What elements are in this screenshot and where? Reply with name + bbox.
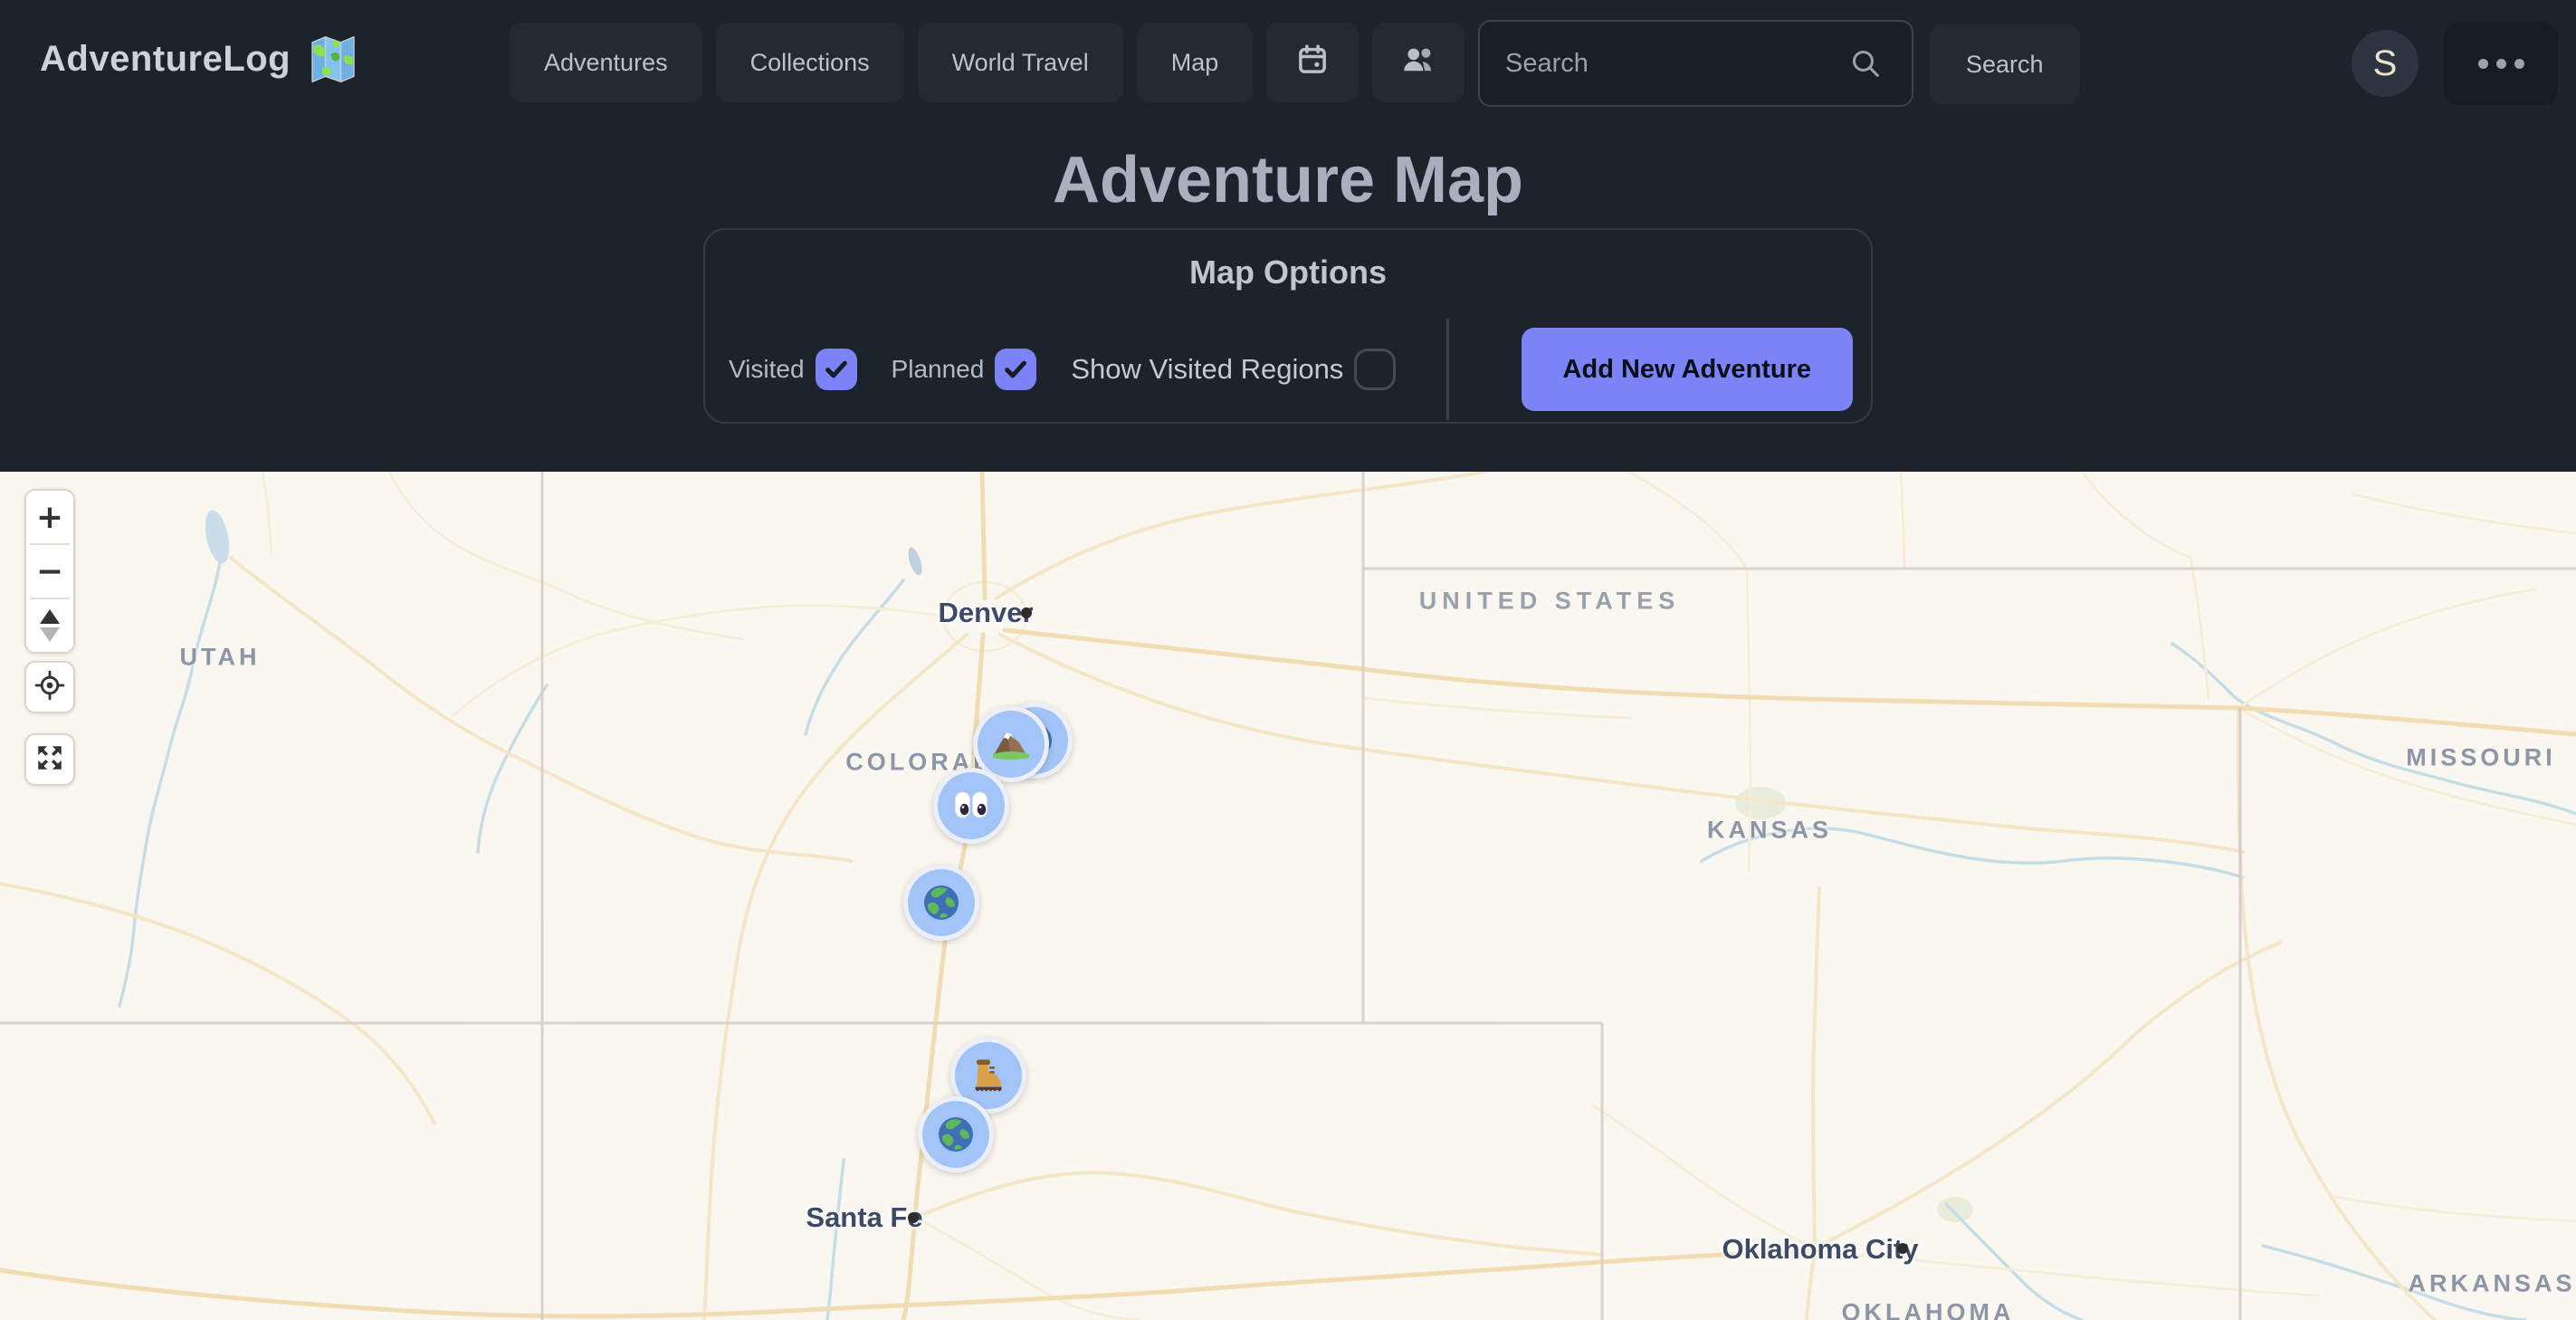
- divider: [1446, 319, 1449, 420]
- globe-marker[interactable]: [903, 865, 979, 941]
- zoom-in-button[interactable]: +: [26, 491, 73, 543]
- map-options-title: Map Options: [705, 253, 1871, 292]
- nav-world-travel[interactable]: World Travel: [918, 23, 1123, 102]
- search-input[interactable]: [1478, 20, 1913, 107]
- toggle-visited[interactable]: Visited: [729, 349, 857, 390]
- toggle-planned[interactable]: Planned: [892, 349, 1037, 390]
- city-dot: [1897, 1243, 1908, 1254]
- adventurelog-app: AdventureLog: [0, 0, 2576, 1320]
- map-emoji-icon: [307, 33, 359, 85]
- map-canvas[interactable]: + −: [0, 472, 2576, 1320]
- state-label: OKLAHOMA: [1842, 1299, 2015, 1320]
- toggle-show-visited-regions[interactable]: Show Visited Regions: [1071, 349, 1396, 390]
- map-tiles: [0, 472, 2576, 1320]
- geolocate-icon: [34, 670, 65, 705]
- toggle-checkbox[interactable]: [816, 349, 857, 390]
- compass-button[interactable]: [26, 599, 73, 652]
- globe-marker[interactable]: [918, 1096, 994, 1172]
- calendar-button[interactable]: [1266, 23, 1359, 102]
- toggle-label: Visited: [729, 355, 805, 384]
- city-label: Santa Fe: [806, 1201, 922, 1234]
- zoom-out-icon: −: [36, 553, 63, 590]
- users-button[interactable]: [1372, 23, 1465, 102]
- map-options-card: Map Options Visited Planned Show Visited…: [703, 228, 1873, 424]
- state-label: ARKANSAS: [2408, 1270, 2575, 1298]
- nav-adventures[interactable]: Adventures: [510, 23, 702, 102]
- fullscreen-button[interactable]: [24, 733, 75, 786]
- state-label: UNITED STATES: [1419, 588, 1681, 616]
- page-title: Adventure Map: [0, 143, 2576, 217]
- map-options-row: Visited Planned Show Visited Regions: [729, 328, 1853, 411]
- more-menu-button[interactable]: [2444, 22, 2558, 105]
- city-label: Denver: [938, 597, 1033, 629]
- navbar: AdventureLog: [0, 0, 2576, 118]
- fullscreen-icon: [34, 742, 65, 778]
- city-dot: [1021, 607, 1032, 618]
- eyes-marker[interactable]: [933, 768, 1009, 844]
- zoom-in-icon: +: [36, 499, 63, 536]
- map-zoom-controls: + −: [24, 489, 75, 654]
- nav-map[interactable]: Map: [1137, 23, 1254, 102]
- toggle-checkbox[interactable]: [1354, 349, 1396, 390]
- state-label: UTAH: [180, 644, 261, 672]
- nav-group: Adventures Collections World Travel Map: [510, 23, 1465, 102]
- toggle-label: Show Visited Regions: [1071, 353, 1343, 386]
- calendar-icon: [1293, 41, 1331, 85]
- search-area: Search: [1478, 20, 2080, 107]
- toggle-checkbox[interactable]: [995, 349, 1036, 390]
- city-dot: [908, 1212, 919, 1223]
- toggle-label: Planned: [892, 355, 985, 384]
- logo[interactable]: AdventureLog: [40, 33, 359, 85]
- compass-south-icon: [40, 627, 60, 642]
- ellipsis-icon: [2478, 59, 2524, 69]
- search-button[interactable]: Search: [1930, 24, 2080, 104]
- add-new-adventure-button[interactable]: Add New Adventure: [1522, 328, 1853, 411]
- state-label: MISSOURI: [2406, 744, 2556, 772]
- header: AdventureLog: [0, 0, 2576, 472]
- city-label: Oklahoma City: [1722, 1233, 1918, 1266]
- nav-collections[interactable]: Collections: [716, 23, 904, 102]
- geolocate-button[interactable]: [24, 661, 75, 713]
- compass-north-icon: [40, 609, 60, 624]
- logo-text: AdventureLog: [40, 39, 291, 80]
- users-icon: [1399, 41, 1437, 85]
- state-label: KANSAS: [1707, 817, 1832, 845]
- zoom-out-button[interactable]: −: [26, 545, 73, 598]
- avatar[interactable]: S: [2352, 30, 2419, 97]
